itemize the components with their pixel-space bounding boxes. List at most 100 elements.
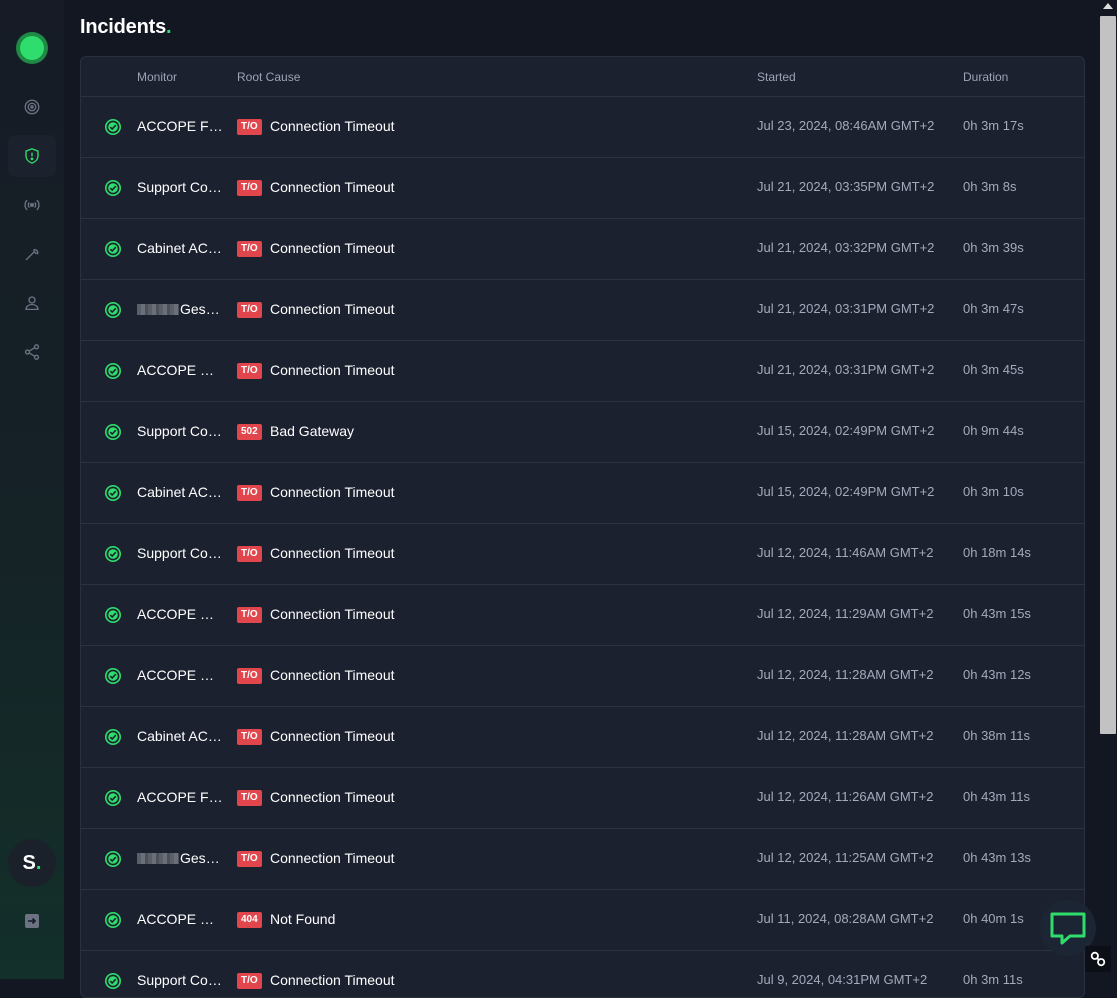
started-time: Jul 21, 2024, 03:35PM GMT+2 xyxy=(757,179,935,194)
error-code-badge[interactable]: T/O xyxy=(237,119,262,135)
resolved-check-icon xyxy=(105,119,121,135)
monitor-name[interactable]: ACCOPE Flux xyxy=(137,789,223,805)
table-row[interactable]: Cabinet AC… T/O Connection Timeout Jul 21, … xyxy=(81,219,1084,280)
incident-duration: 0h 3m 10s xyxy=(963,484,1024,499)
table-row[interactable]: ACCOPE Ga… T/O Connection Timeout Jul 21, 2… xyxy=(81,341,1084,402)
table-row[interactable]: Gesti… T/O Connection Timeout Jul 12, 2024,… xyxy=(81,829,1084,890)
incident-duration: 0h 43m 15s xyxy=(963,606,1031,621)
started-time: Jul 12, 2024, 11:28AM GMT+2 xyxy=(757,728,934,743)
monitor-label: ACCOPE Ga… xyxy=(137,362,223,378)
monitor-label: Cabinet AC… xyxy=(137,728,222,744)
monitor-name[interactable]: Cabinet AC… xyxy=(137,484,223,500)
monitor-label: Gesti… xyxy=(180,850,223,866)
error-code-badge[interactable]: T/O xyxy=(237,546,262,562)
user-icon xyxy=(25,296,39,311)
error-code-badge[interactable]: T/O xyxy=(237,607,262,623)
error-code-badge[interactable]: T/O xyxy=(237,241,262,257)
monitor-name[interactable]: ACCOPE Ga… xyxy=(137,667,223,683)
sidebar-item-status[interactable] xyxy=(8,184,56,226)
root-cause: Connection Timeout xyxy=(270,606,395,622)
header-root-cause[interactable]: Root Cause xyxy=(237,70,300,84)
sidebar-item-team[interactable] xyxy=(8,282,56,324)
sidebar-item-integrations[interactable] xyxy=(8,331,56,373)
monitor-name[interactable]: Gesti… xyxy=(137,850,223,866)
error-code-badge[interactable]: T/O xyxy=(237,973,262,989)
status-logo[interactable] xyxy=(16,32,48,64)
resolved-check-icon xyxy=(105,668,121,684)
root-cause: Not Found xyxy=(270,911,336,927)
started-time: Jul 12, 2024, 11:25AM GMT+2 xyxy=(757,850,934,865)
header-duration[interactable]: Duration xyxy=(963,70,1008,84)
table-row[interactable]: Support Co… 502 Bad Gateway Jul 15, 2024, 0… xyxy=(81,402,1084,463)
target-icon xyxy=(24,99,40,115)
resolved-check-icon xyxy=(105,424,121,440)
table-body: ACCOPE Flux T/O Connection Timeout Jul 23, … xyxy=(81,97,1084,997)
table-row[interactable]: ACCOPE Ga… T/O Connection Timeout Jul 12, 2… xyxy=(81,646,1084,707)
monitor-label: Support Co… xyxy=(137,179,222,195)
incident-duration: 0h 43m 11s xyxy=(963,789,1030,804)
error-code-badge[interactable]: T/O xyxy=(237,180,262,196)
root-cause: Connection Timeout xyxy=(270,362,395,378)
error-code-badge[interactable]: T/O xyxy=(237,363,262,379)
monitor-name[interactable]: Cabinet AC… xyxy=(137,728,223,744)
table-row[interactable]: Cabinet AC… T/O Connection Timeout Jul 12, … xyxy=(81,707,1084,768)
incident-duration: 0h 3m 47s xyxy=(963,301,1024,316)
table-row[interactable]: Support Co… T/O Connection Timeout Jul 12, … xyxy=(81,524,1084,585)
error-code-badge[interactable]: T/O xyxy=(237,302,262,318)
monitor-name[interactable]: Gesti… xyxy=(137,301,223,317)
incident-duration: 0h 40m 1s xyxy=(963,911,1024,926)
table-row[interactable]: Support Co… T/O Connection Timeout Jul 9, 2… xyxy=(81,951,1084,997)
page-title: Incidents. xyxy=(80,16,172,39)
table-row[interactable]: Gesti… T/O Connection Timeout Jul 21, 2024,… xyxy=(81,280,1084,341)
monitor-label: ACCOPE Flux xyxy=(137,789,223,805)
table-row[interactable]: Support Co… T/O Connection Timeout Jul 21, … xyxy=(81,158,1084,219)
header-started[interactable]: Started xyxy=(757,70,796,84)
started-time: Jul 23, 2024, 08:46AM GMT+2 xyxy=(757,118,935,133)
chat-bubble-icon xyxy=(1050,912,1086,945)
monitor-name[interactable]: Cabinet AC… xyxy=(137,240,223,256)
incident-duration: 0h 3m 39s xyxy=(963,240,1024,255)
error-code-badge[interactable]: T/O xyxy=(237,729,262,745)
root-cause: Connection Timeout xyxy=(270,484,395,500)
incident-duration: 0h 3m 11s xyxy=(963,972,1023,987)
monitor-name[interactable]: ACCOPE Sit… xyxy=(137,606,223,622)
scrollbar-thumb[interactable] xyxy=(1100,16,1116,734)
resolved-check-icon xyxy=(105,851,121,867)
error-code-badge[interactable]: 502 xyxy=(237,424,262,440)
link-button[interactable] xyxy=(1085,946,1111,972)
monitor-name[interactable]: ACCOPE Flux xyxy=(137,118,223,134)
table-row[interactable]: ACCOPE Flux T/O Connection Timeout Jul 12, … xyxy=(81,768,1084,829)
error-code-badge[interactable]: T/O xyxy=(237,851,262,867)
sidebar-item-monitors[interactable] xyxy=(8,86,56,128)
monitor-label: ACCOPE Ga… xyxy=(137,667,223,683)
resolved-check-icon xyxy=(105,363,121,379)
resolved-check-icon xyxy=(105,607,121,623)
table-row[interactable]: ACCOPE Sit… T/O Connection Timeout Jul 12, … xyxy=(81,585,1084,646)
header-monitor[interactable]: Monitor xyxy=(137,70,177,84)
root-cause: Connection Timeout xyxy=(270,545,395,561)
table-row[interactable]: ACCOPE Ge… 404 Not Found Jul 11, 2024, 08:2… xyxy=(81,890,1084,951)
sidebar-item-incidents[interactable] xyxy=(8,135,56,177)
error-code-badge[interactable]: T/O xyxy=(237,668,262,684)
sidebar-item-maintenance[interactable] xyxy=(8,233,56,275)
error-code-badge[interactable]: T/O xyxy=(237,485,262,501)
monitor-name[interactable]: ACCOPE Ga… xyxy=(137,362,223,378)
avatar-dot: . xyxy=(35,851,42,874)
monitor-name[interactable]: Support Co… xyxy=(137,179,223,195)
table-row[interactable]: Cabinet AC… T/O Connection Timeout Jul 15, … xyxy=(81,463,1084,524)
logout-button[interactable] xyxy=(24,913,40,929)
root-cause: Connection Timeout xyxy=(270,728,395,744)
started-time: Jul 12, 2024, 11:29AM GMT+2 xyxy=(757,606,934,621)
monitor-label: Gesti… xyxy=(180,301,223,317)
monitor-name[interactable]: Support Co… xyxy=(137,423,223,439)
error-code-badge[interactable]: T/O xyxy=(237,790,262,806)
avatar[interactable]: S. xyxy=(8,839,56,887)
scroll-up-arrow[interactable] xyxy=(1103,3,1113,9)
status-logo-dot xyxy=(20,36,44,60)
error-code-badge[interactable]: 404 xyxy=(237,912,262,928)
monitor-name[interactable]: ACCOPE Ge… xyxy=(137,911,223,927)
table-row[interactable]: ACCOPE Flux T/O Connection Timeout Jul 23, … xyxy=(81,97,1084,158)
monitor-name[interactable]: Support Co… xyxy=(137,972,223,988)
monitor-name[interactable]: Support Co… xyxy=(137,545,223,561)
monitor-label: Cabinet AC… xyxy=(137,484,222,500)
